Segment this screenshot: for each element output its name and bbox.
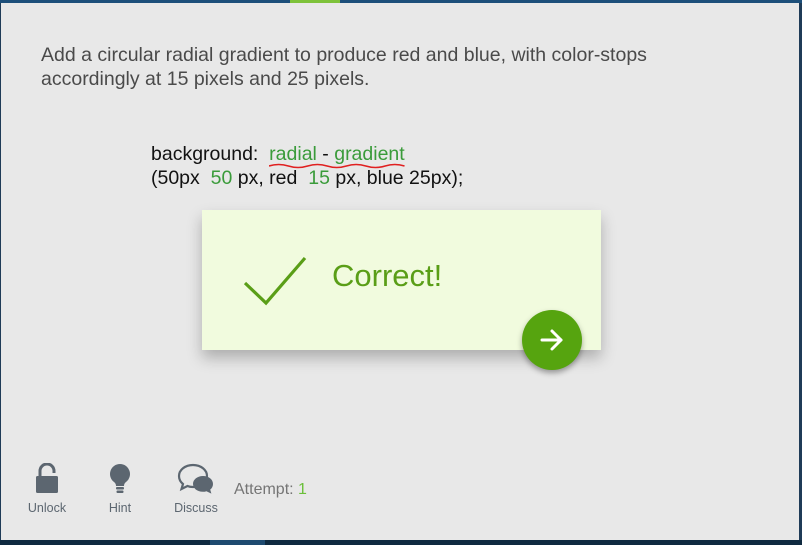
code-line-1: background: radial - gradient xyxy=(151,142,463,169)
arrow-right-icon xyxy=(540,329,563,351)
chat-bubbles-icon xyxy=(177,463,213,494)
next-button[interactable] xyxy=(522,310,582,370)
discuss-label: Discuss xyxy=(174,501,218,515)
hint-button[interactable]: Hint xyxy=(101,463,139,515)
lock-icon xyxy=(36,463,58,493)
discuss-button[interactable]: Discuss xyxy=(169,463,223,515)
code-radial: adial xyxy=(275,143,317,165)
code-dash: - xyxy=(322,143,329,165)
check-icon xyxy=(243,256,307,306)
question-line-2: accordingly at 15 pixels and 25 pixels. xyxy=(41,68,370,90)
lightbulb-icon xyxy=(110,464,130,493)
unlock-button[interactable]: Unlock xyxy=(21,463,73,515)
attempt-counter: Attempt: 1 xyxy=(234,481,307,499)
code-snippet: background: radial - gradient (50px 50 p… xyxy=(151,142,463,190)
code-line2-b: px, red xyxy=(237,167,298,189)
code-line2-a: (50px xyxy=(151,167,200,189)
radial-gradient-answer: radial - gradient xyxy=(269,142,405,169)
code-property: background: xyxy=(151,143,259,165)
unlock-label: Unlock xyxy=(27,501,67,515)
bottom-bar-accent xyxy=(210,540,265,545)
code-blank-1: 50 xyxy=(210,167,233,189)
question-text: Add a circular radial gradient to produc… xyxy=(41,43,741,91)
spellcheck-underline xyxy=(269,163,405,169)
feedback-message: Correct! xyxy=(332,258,443,293)
attempt-label: Attempt: xyxy=(234,481,294,498)
exercise-panel: Add a circular radial gradient to produc… xyxy=(1,3,799,540)
bottom-bar xyxy=(0,540,802,545)
code-gradient: gradient xyxy=(334,143,405,165)
code-blank-2: 15 xyxy=(308,167,330,189)
code-line-2: (50px 50 px, red 15 px, blue 25px); xyxy=(151,166,463,190)
attempt-count: 1 xyxy=(298,481,307,498)
hint-label: Hint xyxy=(108,501,132,515)
code-line2-c: px, blue 25px); xyxy=(335,167,464,189)
question-line-1: Add a circular radial gradient to produc… xyxy=(41,44,647,66)
